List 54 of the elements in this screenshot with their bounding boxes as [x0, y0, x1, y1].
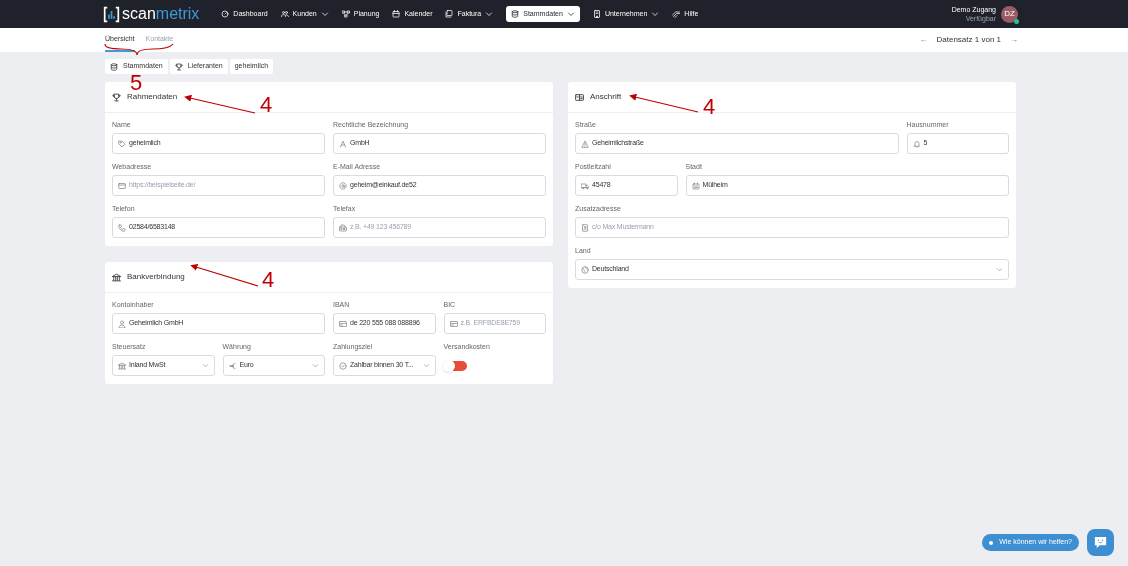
card-icon — [339, 319, 347, 328]
at-icon — [339, 181, 347, 190]
logo[interactable]: scanmetrix — [103, 5, 200, 23]
check-circle-icon — [339, 361, 347, 370]
chevron-down-icon — [201, 362, 209, 369]
chat-bubble-icon — [1093, 535, 1108, 550]
chevron-down-icon — [312, 362, 319, 369]
building-icon — [592, 10, 601, 18]
truck-icon — [581, 181, 589, 190]
card-icon — [449, 319, 458, 328]
bank-icon — [118, 361, 126, 370]
globe-icon — [581, 265, 589, 274]
toggle-switch[interactable] — [443, 360, 467, 371]
annotation-number: 4 — [262, 272, 275, 288]
gauge-icon — [221, 10, 230, 18]
contact-icon — [581, 223, 589, 232]
trophy-icon — [112, 92, 121, 102]
user-icon — [118, 319, 126, 328]
annotation-number: 5 — [130, 75, 143, 91]
calendar-icon — [392, 10, 401, 18]
road-sign-icon — [581, 139, 589, 148]
annotation-number: 4 — [703, 99, 716, 115]
database-icon — [511, 10, 520, 18]
card-title: Bankverbindung — [127, 271, 185, 283]
database-icon — [110, 62, 118, 71]
wings-icon — [672, 10, 681, 18]
annotation-arrow — [184, 94, 256, 114]
record-counter: Datensatz 1 von 1 — [936, 34, 1001, 46]
nodes-icon — [341, 10, 350, 18]
tag-icon — [118, 139, 126, 148]
user-avatar[interactable]: DZ — [1001, 5, 1018, 23]
chevron-down-icon — [996, 266, 1003, 273]
browser-window-icon — [118, 181, 126, 190]
trophy-icon — [174, 62, 183, 71]
copies-icon — [445, 10, 454, 18]
card-title: Rahmendaten — [127, 91, 178, 103]
logo-bars-icon — [103, 5, 120, 23]
city-icon — [691, 181, 700, 190]
bell-icon — [912, 139, 921, 148]
fax-icon — [339, 223, 347, 232]
previous-button[interactable]: ← — [919, 34, 928, 46]
annotation-arrow — [629, 93, 699, 113]
people-icon — [280, 10, 289, 18]
phone-icon — [118, 223, 126, 232]
address-card-icon — [575, 92, 584, 102]
chevron-down-icon — [422, 362, 430, 369]
chat-button[interactable] — [1087, 529, 1114, 556]
next-button[interactable]: → — [1010, 34, 1018, 46]
brace-drawing — [104, 43, 174, 56]
card-title: Anschrift — [590, 91, 622, 103]
bank-icon — [112, 272, 121, 282]
annotation-arrow — [190, 263, 259, 287]
letter-icon — [339, 139, 347, 148]
annotation-number: 4 — [260, 97, 273, 113]
